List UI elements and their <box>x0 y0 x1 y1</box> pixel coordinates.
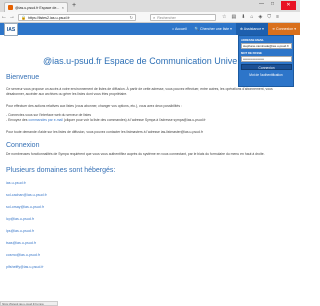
download-icon[interactable]: ⬇ <box>241 14 245 21</box>
domain-link[interactable]: lps@ias.u-psud.fr <box>6 229 34 233</box>
tab-close-icon[interactable]: × <box>62 5 64 10</box>
bullet-suffix: (cliquer pour voir la liste des commande… <box>63 118 206 122</box>
email-label: Adresse email <box>241 38 264 42</box>
search-placeholder: Rechercher <box>157 15 176 20</box>
commands-link[interactable]: commandes par e-mail <box>28 118 62 122</box>
auth-link[interactable]: Mot de l'authentification <box>241 73 291 77</box>
favicon-icon <box>8 5 13 10</box>
login-button[interactable]: Connexion <box>241 64 292 70</box>
search-bar[interactable]: ⌕ Rechercher <box>150 14 216 21</box>
page-title: @ias.u-psud.fr Espace de Communication U… <box>43 56 238 66</box>
welcome-heading: Bienvenue <box>6 74 40 81</box>
menu-connexion[interactable]: ➜ Connexion ▾ <box>268 23 300 35</box>
browser-navbar: ← → 🔒 https://listes2.ias.u-psud.fr ↻ ⌕ … <box>0 12 300 23</box>
new-tab-button[interactable]: + <box>72 2 76 10</box>
extension-icon[interactable]: ◈ <box>258 14 262 21</box>
forward-icon[interactable]: → <box>8 14 16 20</box>
minimize-button[interactable]: — <box>259 1 264 10</box>
domain-link[interactable]: plfshelffy@ias.u-psud.fr <box>6 265 44 269</box>
menu-assistance[interactable]: ⊕ Assistance ▾ <box>236 23 268 35</box>
welcome-text: Ce serveur vous propose un accès à votre… <box>6 87 273 96</box>
domain-link[interactable]: tsas@ias.u-psud.fr <box>6 241 36 245</box>
library-icon[interactable]: ▤ <box>231 14 236 21</box>
connexion-heading: Connexion <box>6 142 40 149</box>
browser-tab[interactable]: @ias.u-psud.fr Espace de... × <box>4 2 68 12</box>
search-icon: ⌕ <box>153 15 156 20</box>
domain-link[interactable]: ias.u-psud.fr <box>6 181 26 185</box>
browser-toolbar-icons: ☆ ▤ ⬇ ⌂ ◈ ⛉ ≡ <box>222 14 279 21</box>
menu-accueil[interactable]: ⌂ Accueil <box>168 27 191 31</box>
url-text[interactable]: https://listes2.ias.u-psud.fr <box>28 16 128 20</box>
domain-link[interactable]: sol-orsay@ias.u-psud.fr <box>6 205 44 209</box>
close-window-button[interactable]: ✕ <box>281 1 296 10</box>
list-intro-text: Pour effectuer des actions relatives aux… <box>6 104 182 108</box>
contact-text: Pour toute demande d'aide sur les listes… <box>6 130 203 134</box>
email-field[interactable]: stephane.caminade@ias.u-psud.fr <box>241 43 292 49</box>
domain-link[interactable]: lcp@ias.u-psud.fr <box>6 217 34 221</box>
bullet-email-commands: - Envoyez des commandes par e-mail (cliq… <box>6 118 288 123</box>
window-controls: — □ ✕ <box>259 1 296 10</box>
domains-heading: Plusieurs domaines sont hébergés: <box>6 167 116 174</box>
domain-link[interactable]: cosmo@ias.u-psud.fr <box>6 253 40 257</box>
browser-tab-bar: @ias.u-psud.fr Espace de... × + — □ ✕ <box>0 0 300 12</box>
reload-icon[interactable]: ↻ <box>130 15 133 20</box>
login-dropdown: Adresse email stephane.caminade@ias.u-ps… <box>238 35 294 87</box>
url-bar[interactable]: 🔒 https://listes2.ias.u-psud.fr ↻ <box>18 14 136 21</box>
menu-chercher-liste[interactable]: 🔍 Chercher une liste ▾ <box>191 27 236 31</box>
logo-text: IAS <box>6 26 16 33</box>
password-field[interactable]: •••••••••••••••••••• <box>241 56 292 62</box>
home-icon[interactable]: ⌂ <box>250 14 253 21</box>
shield-icon[interactable]: ⛉ <box>267 14 271 21</box>
connexion-text: De nombreuses fonctionnalités de Sympa r… <box>6 152 265 156</box>
status-bar: https://listes2.ias.u-psud.fr/sympa <box>0 301 58 306</box>
maximize-button[interactable]: □ <box>271 1 274 10</box>
menu-icon[interactable]: ≡ <box>276 14 279 21</box>
tab-title: @ias.u-psud.fr Espace de... <box>15 5 60 10</box>
password-label: Mot de passe <box>241 51 262 55</box>
bookmark-star-icon[interactable]: ☆ <box>222 14 226 21</box>
site-logo[interactable]: IAS <box>4 23 18 36</box>
bullet-prefix: - Envoyez des <box>6 118 28 122</box>
back-icon[interactable]: ← <box>0 14 8 20</box>
domain-link[interactable]: sol-cachan@ias.u-psud.fr <box>6 193 47 197</box>
top-menu: ⌂ Accueil 🔍 Chercher une liste ▾ ⊕ Assis… <box>168 23 300 35</box>
lock-icon: 🔒 <box>21 15 26 20</box>
